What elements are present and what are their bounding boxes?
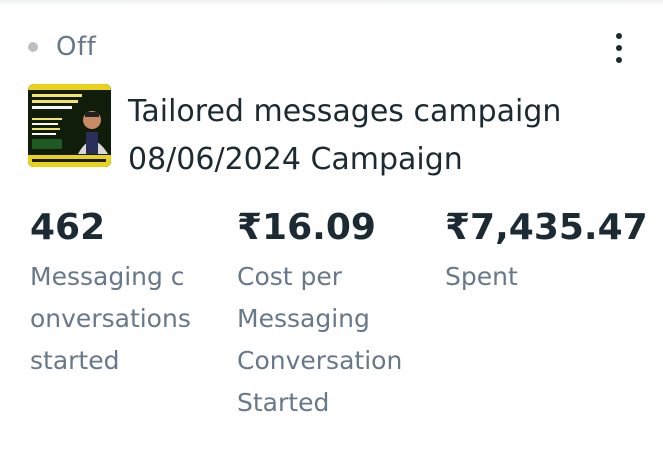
status-indicator: Off: [28, 30, 96, 64]
metric-value: ₹16.09: [237, 207, 376, 248]
metric-label: Cost per Messaging Conversation Started: [237, 262, 403, 417]
more-dot: [616, 45, 622, 51]
top-divider: [0, 0, 663, 6]
more-dot: [616, 33, 622, 39]
more-options-icon[interactable]: [613, 33, 625, 63]
more-dot: [616, 57, 622, 63]
metric-label: Spent: [445, 262, 518, 291]
status-label: Off: [56, 32, 97, 62]
campaign-subtitle: 08/06/2024 Campaign: [128, 142, 463, 177]
metric-label: Messaging c onversations started: [30, 262, 191, 375]
metric-value: ₹7,435.47: [445, 207, 648, 248]
campaign-name: Tailored messages campaign: [128, 94, 562, 129]
metric-value: 462: [30, 207, 106, 248]
metric-spent: ₹7,435.47 Spent: [445, 206, 660, 298]
status-dot: [28, 42, 38, 52]
campaign-thumbnail[interactable]: [28, 84, 111, 167]
metric-cost-per-conversation: ₹16.09 Cost per Messaging Conversation S…: [237, 206, 437, 424]
campaign-title[interactable]: Tailored messages campaign 08/06/2024 Ca…: [128, 88, 561, 184]
metric-conversations: 462 Messaging c onversations started: [30, 206, 220, 382]
ad-creative-image: [28, 84, 111, 167]
